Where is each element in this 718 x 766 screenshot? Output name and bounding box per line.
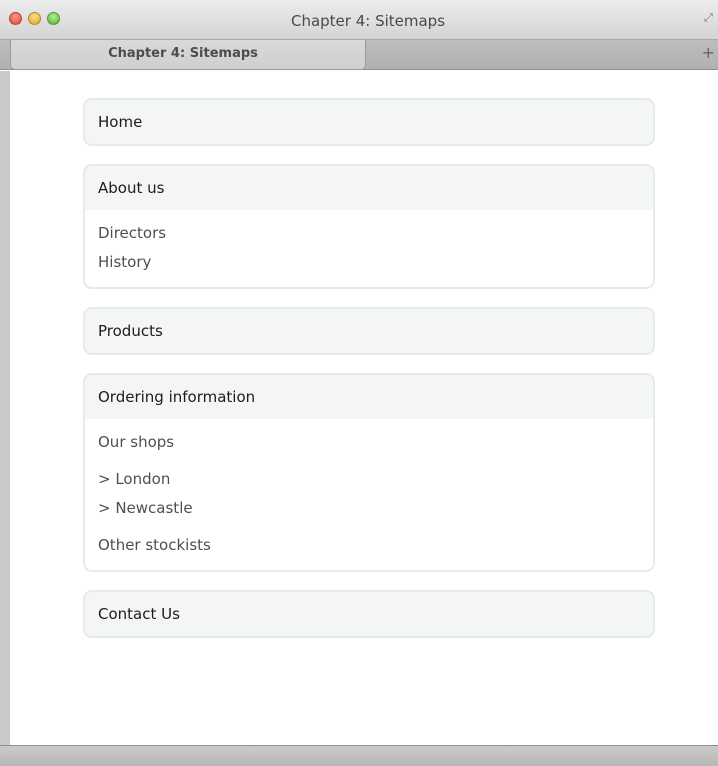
new-tab-button[interactable]: + — [702, 44, 715, 62]
title-bar: Chapter 4: Sitemaps ⤢ — [0, 0, 718, 40]
page-content: Home About us Directors History Products… — [0, 71, 718, 745]
home-link[interactable]: Home — [85, 100, 653, 144]
london-link[interactable]: > London — [98, 465, 640, 494]
our-shops-link[interactable]: Our shops — [98, 428, 640, 457]
browser-window: Chapter 4: Sitemaps ⤢ Chapter 4: Sitemap… — [0, 0, 718, 766]
history-link[interactable]: History — [98, 248, 640, 277]
sitemap: Home About us Directors History Products… — [83, 98, 655, 656]
ordering-children: Our shops > London > Newcastle Other sto… — [85, 419, 653, 570]
sitemap-section-home: Home — [83, 98, 655, 146]
products-link[interactable]: Products — [85, 309, 653, 353]
window-title: Chapter 4: Sitemaps — [290, 12, 446, 30]
tab-bar: Chapter 4: Sitemaps + — [0, 40, 718, 70]
sitemap-section-ordering: Ordering information Our shops > London … — [83, 373, 655, 572]
other-stockists-link[interactable]: Other stockists — [98, 531, 640, 560]
fullscreen-icon[interactable]: ⤢ — [704, 12, 716, 24]
about-us-children: Directors History — [85, 210, 653, 287]
directors-link[interactable]: Directors — [98, 219, 640, 248]
newcastle-link[interactable]: > Newcastle — [98, 494, 640, 523]
about-us-link[interactable]: About us — [85, 166, 653, 210]
contact-us-link[interactable]: Contact Us — [85, 592, 653, 636]
sitemap-section-about: About us Directors History — [83, 164, 655, 289]
tab-label: Chapter 4: Sitemaps — [108, 46, 258, 61]
status-bar — [0, 745, 718, 766]
sitemap-section-products: Products — [83, 307, 655, 355]
sitemap-section-contact: Contact Us — [83, 590, 655, 638]
ordering-information-link[interactable]: Ordering information — [85, 375, 653, 419]
